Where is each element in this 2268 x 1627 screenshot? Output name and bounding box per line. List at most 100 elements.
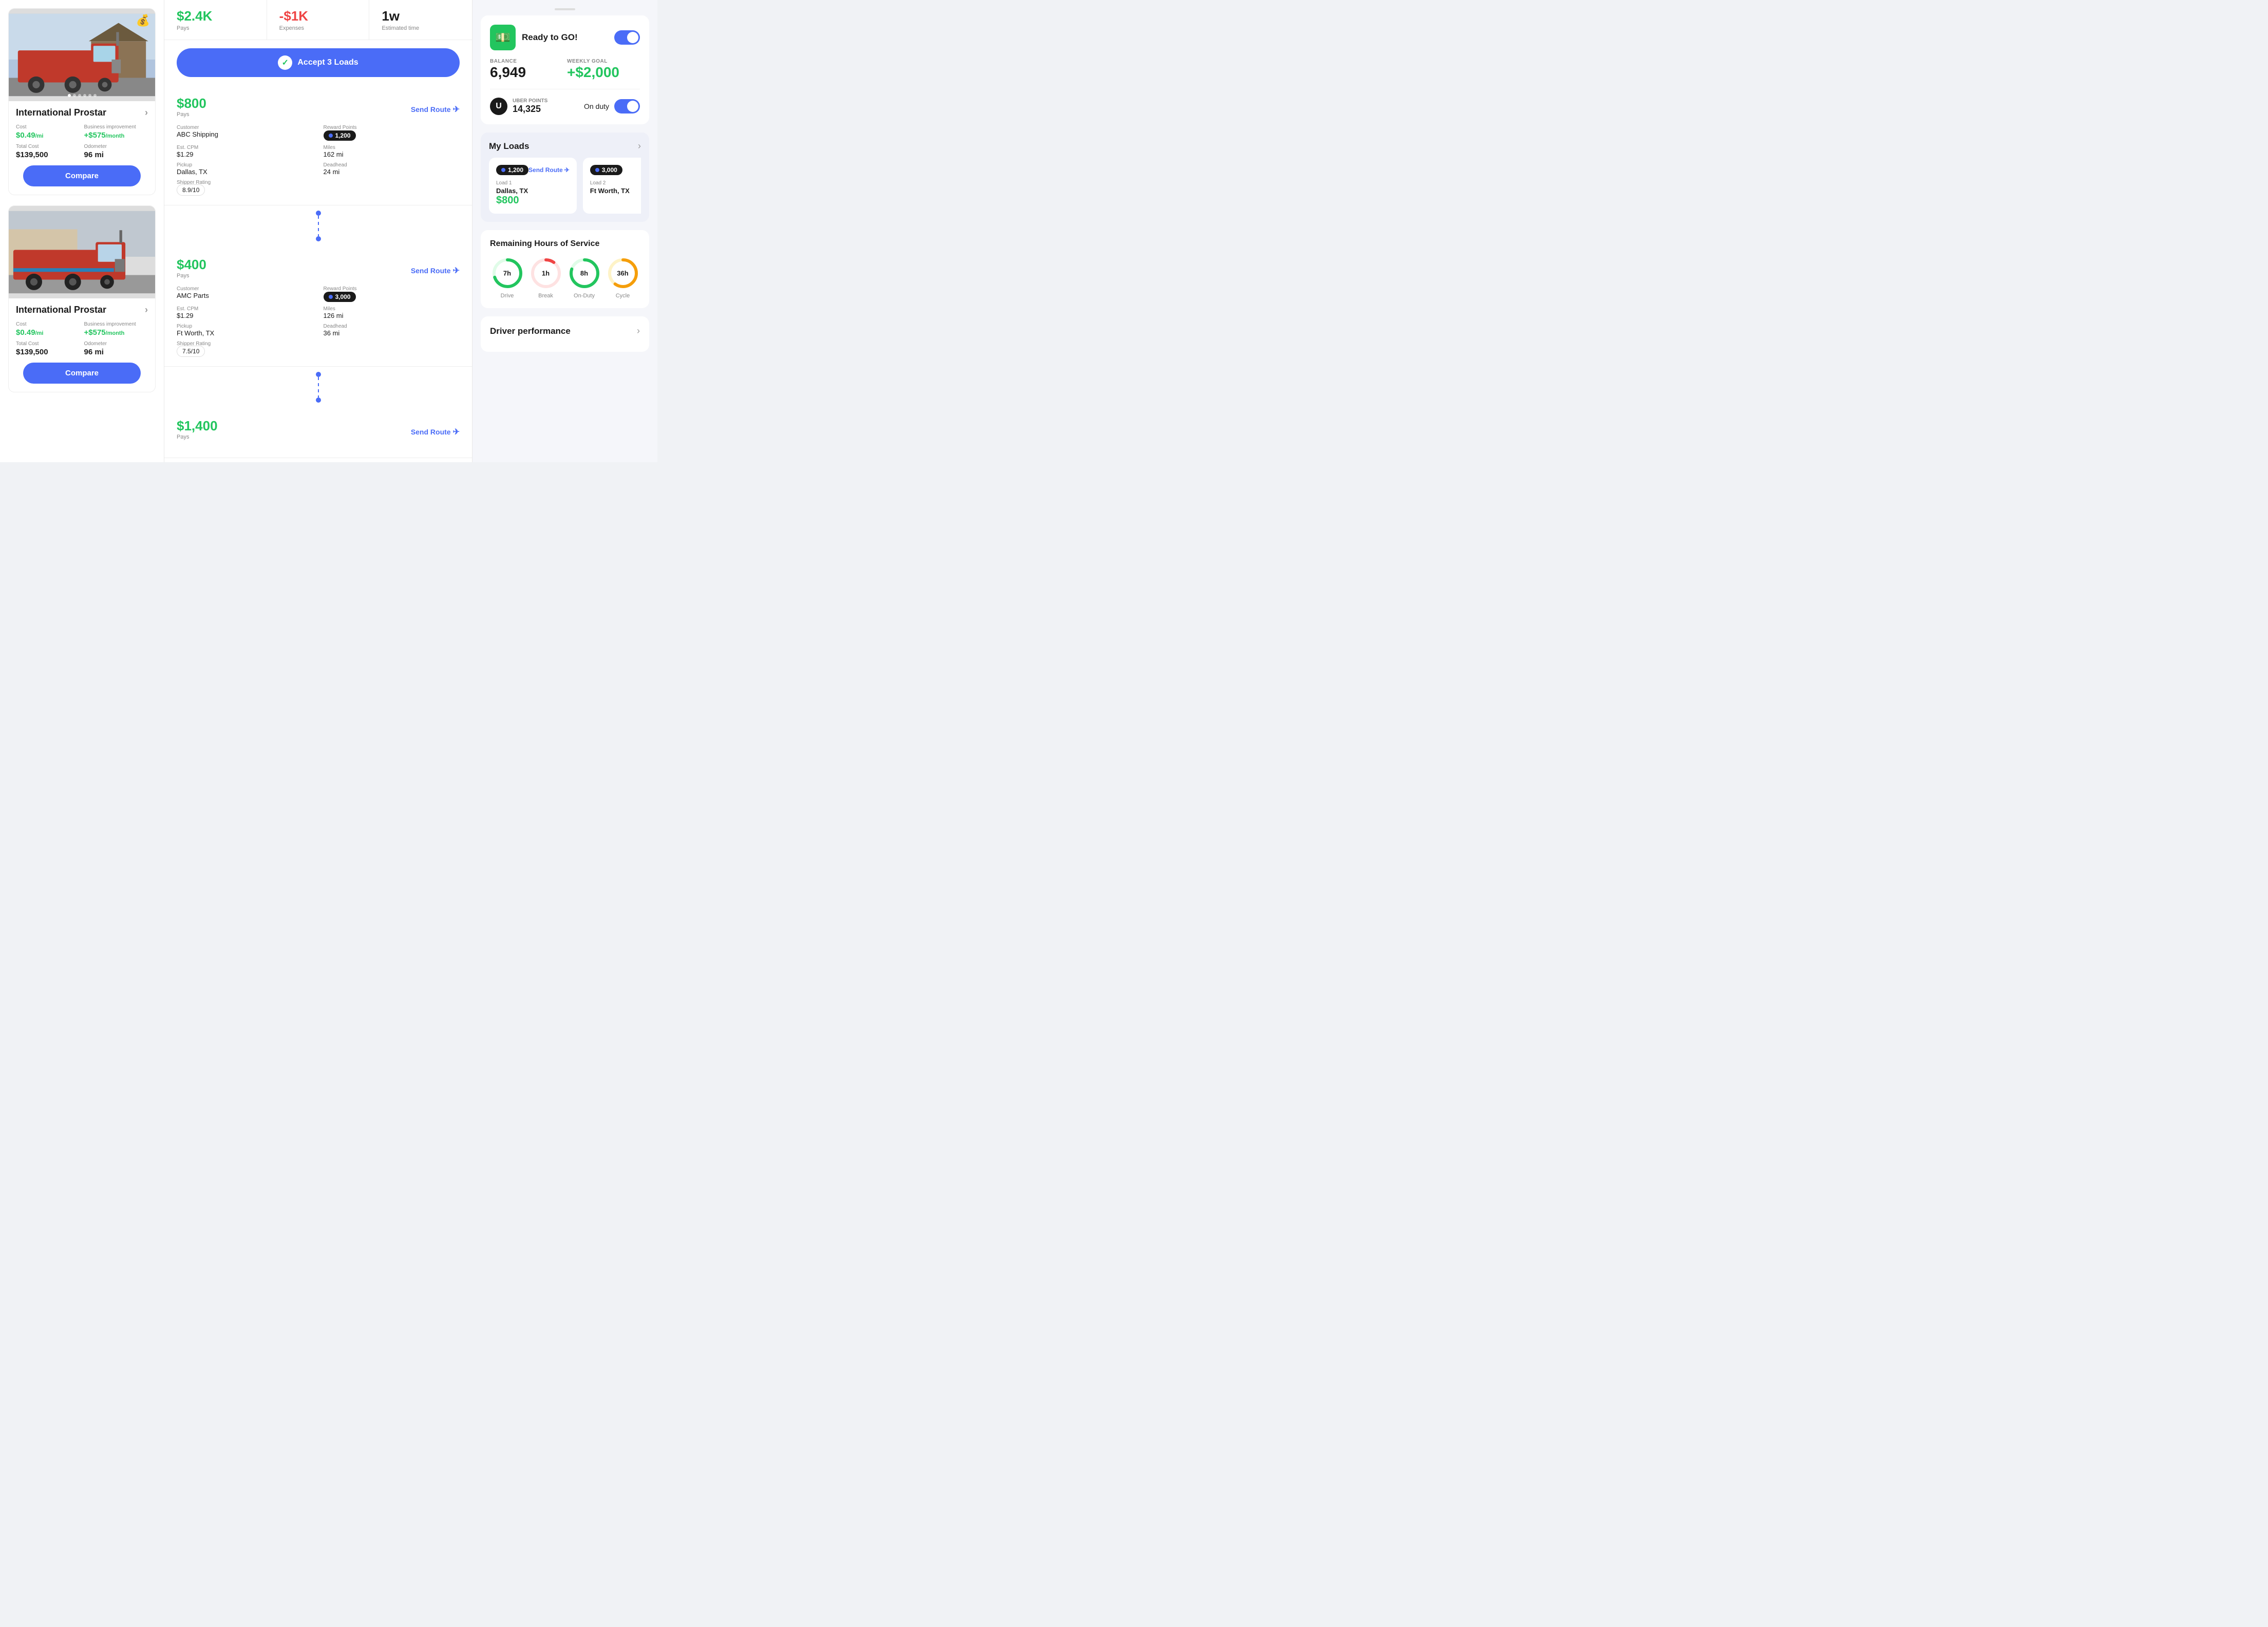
my-load-card-header-1: 1,200 Send Route ✈ xyxy=(496,165,570,175)
cpm-group-2: Est. CPM $1.29 xyxy=(177,306,313,319)
truck-chevron-2[interactable]: › xyxy=(145,305,148,315)
load-header-1: $800 Pays Send Route ✈ xyxy=(177,96,460,123)
gauge-name-on-duty: On-Duty xyxy=(574,293,595,299)
send-route-1[interactable]: Send Route ✈ xyxy=(411,104,460,115)
right-panel: 💵 Ready to GO! BALANCE 6,949 WEEKLY GOAL… xyxy=(472,0,657,462)
deadhead-group-2: Deadhead 36 mi xyxy=(324,324,460,337)
load-details-1: Customer ABC Shipping Reward Points 1,20… xyxy=(177,125,460,195)
my-load-reward-2: 3,000 xyxy=(590,165,622,175)
route-connector-2 xyxy=(164,367,472,408)
truck-card-1: 💰 International Prostar › Cost $0.49/mi xyxy=(8,8,156,195)
load-item-1: $800 Pays Send Route ✈ Customer ABC Ship… xyxy=(164,85,472,205)
load-header-2: $400 Pays Send Route ✈ xyxy=(177,257,460,284)
gauge-value-on-duty: 8h xyxy=(580,270,588,277)
my-load-send-1[interactable]: Send Route ✈ xyxy=(528,166,570,174)
route-line-2 xyxy=(318,377,319,398)
my-load-reward-1: 1,200 xyxy=(496,165,528,175)
truck-card-2: International Prostar › Cost $0.49/mi Bu… xyxy=(8,205,156,392)
duty-section: On duty xyxy=(584,99,640,113)
reward-badge-2: 3,000 xyxy=(324,292,356,302)
miles-group-2: Miles 126 mi xyxy=(324,306,460,319)
route-connector-1 xyxy=(164,205,472,247)
truck-cost-group: Cost $0.49/mi xyxy=(16,124,80,140)
route-dot-top-1 xyxy=(316,211,321,216)
truck-stats-2: Cost $0.49/mi Business improvement +$575… xyxy=(16,321,148,356)
truck-stats-1: Cost $0.49/mi Business improvement +$575… xyxy=(16,124,148,159)
loads-scroll: 1,200 Send Route ✈ Load 1 Dallas, TX $80… xyxy=(489,158,641,214)
truck-title-2: International Prostar › xyxy=(16,305,148,315)
stat-expenses: -$1K Expenses xyxy=(267,0,370,40)
balance-section: BALANCE 6,949 WEEKLY GOAL +$2,000 xyxy=(490,59,640,89)
gauge-value-drive: 7h xyxy=(503,270,511,277)
miles-group-1: Miles 162 mi xyxy=(324,145,460,158)
left-panel: 💰 International Prostar › Cost $0.49/mi xyxy=(0,0,164,462)
reward-group-1: Reward Points 1,200 xyxy=(324,125,460,141)
accept-btn-wrap: ✓ Accept 3 Loads xyxy=(164,40,472,85)
compare-button-1[interactable]: Compare xyxy=(23,165,141,186)
send-route-icon-right-1: ✈ xyxy=(564,166,570,174)
shipper-group-1: Shipper Rating 8.9/10 xyxy=(177,180,313,195)
gauge-name-break: Break xyxy=(538,293,553,299)
my-load-card-1: 1,200 Send Route ✈ Load 1 Dallas, TX $80… xyxy=(489,158,577,214)
stat-time: 1w Estimated time xyxy=(369,0,472,40)
pickup-group-1: Pickup Dallas, TX xyxy=(177,162,313,176)
weekly-goal-group: WEEKLY GOAL +$2,000 xyxy=(567,59,640,81)
hos-section: Remaining Hours of Service 7h Drive 1h B… xyxy=(481,230,649,308)
truck-title-1: International Prostar › xyxy=(16,107,148,118)
ready-toggle[interactable] xyxy=(614,30,640,45)
perf-header: Driver performance › xyxy=(490,326,640,336)
hos-gauges: 7h Drive 1h Break 8h On-Duty 36h Cycle xyxy=(490,257,640,299)
duty-toggle[interactable] xyxy=(614,99,640,113)
truck-info-1: International Prostar › Cost $0.49/mi Bu… xyxy=(9,101,155,186)
gauge-name-drive: Drive xyxy=(501,293,514,299)
perf-chevron[interactable]: › xyxy=(637,326,640,336)
gauge-name-cycle: Cycle xyxy=(616,293,630,299)
uber-info: UBER POINTS 14,325 xyxy=(513,98,547,115)
my-loads-section: My Loads › 1,200 Send Route ✈ Load 1 Dal… xyxy=(481,133,649,222)
truck-chevron-1[interactable]: › xyxy=(145,107,148,118)
reward-group-2: Reward Points 3,000 xyxy=(324,286,460,302)
load-item-3: $1,400 Pays Send Route ✈ xyxy=(164,408,472,458)
shield-icon: ✓ xyxy=(278,55,292,70)
accept-loads-button[interactable]: ✓ Accept 3 Loads xyxy=(177,48,460,77)
route-line-1 xyxy=(318,216,319,236)
gauge-on-duty: 8h On-Duty xyxy=(567,257,601,299)
truck-odometer-group: Odometer 96 mi xyxy=(84,144,148,159)
my-load-card-2: 3,000 Load 2 Ft Worth, TX xyxy=(583,158,641,214)
gauge-cycle: 36h Cycle xyxy=(606,257,640,299)
shipper-group-2: Shipper Rating 7.5/10 xyxy=(177,341,313,356)
cpm-group-1: Est. CPM $1.29 xyxy=(177,145,313,158)
truck-total-cost-group-2: Total Cost $139,500 xyxy=(16,341,80,356)
customer-group-2: Customer AMC Parts xyxy=(177,286,313,302)
truck-image-2 xyxy=(9,206,155,298)
truck-cost-group-2: Cost $0.49/mi xyxy=(16,321,80,337)
uber-section: U UBER POINTS 14,325 On duty xyxy=(490,98,640,115)
reward-badge-1: 1,200 xyxy=(324,130,356,141)
my-load-card-header-2: 3,000 xyxy=(590,165,641,175)
customer-group-1: Customer ABC Shipping xyxy=(177,125,313,141)
my-loads-chevron[interactable]: › xyxy=(638,141,641,152)
driver-performance-section: Driver performance › xyxy=(481,316,649,352)
top-stats: $2.4K Pays -$1K Expenses 1w Estimated ti… xyxy=(164,0,472,40)
gauge-break: 1h Break xyxy=(528,257,563,299)
load-details-2: Customer AMC Parts Reward Points 3,000 E… xyxy=(177,286,460,356)
toggle-thumb xyxy=(627,32,638,43)
truck-badge-1: 💰 xyxy=(136,14,150,27)
send-route-icon-1: ✈ xyxy=(453,104,460,115)
truck-improvement-group-2: Business improvement +$575/month xyxy=(84,321,148,337)
gauge-value-break: 1h xyxy=(542,270,550,277)
gauge-value-cycle: 36h xyxy=(617,270,628,277)
send-route-icon-2: ✈ xyxy=(453,266,460,276)
load-header-3: $1,400 Pays Send Route ✈ xyxy=(177,418,460,445)
send-route-3[interactable]: Send Route ✈ xyxy=(411,427,460,437)
truck-total-cost-group: Total Cost $139,500 xyxy=(16,144,80,159)
compare-button-2[interactable]: Compare xyxy=(23,363,141,384)
send-route-2[interactable]: Send Route ✈ xyxy=(411,266,460,276)
duty-toggle-thumb xyxy=(627,101,638,112)
deadhead-group-1: Deadhead 24 mi xyxy=(324,162,460,176)
send-route-icon-3: ✈ xyxy=(453,427,460,437)
load-item-2: $400 Pays Send Route ✈ Customer AMC Part… xyxy=(164,247,472,367)
truck-image-1: 💰 xyxy=(9,9,155,101)
my-loads-header: My Loads › xyxy=(489,141,641,152)
uber-icon: U xyxy=(490,98,507,115)
